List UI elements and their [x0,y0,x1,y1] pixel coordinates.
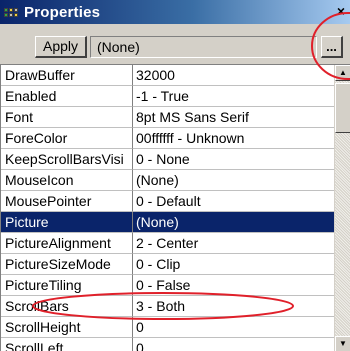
property-row[interactable]: ScrollLeft 0 [1,338,334,351]
window-title: Properties [24,3,101,21]
property-row[interactable]: MouseIcon (None) [1,170,334,191]
property-value[interactable]: 3 - Both [133,296,334,317]
property-name[interactable]: MousePointer [1,191,133,212]
property-value[interactable]: 32000 [133,65,334,86]
property-name[interactable]: KeepScrollBarsVisi [1,149,133,170]
property-row[interactable]: Picture (None) [1,212,334,233]
property-list: DrawBuffer 32000 Enabled -1 - True Font 8pt M… [1,65,334,351]
property-name[interactable]: PictureAlignment [1,233,133,254]
arrow-down-icon[interactable]: ▼ [335,336,350,351]
close-icon[interactable]: × [334,4,348,18]
property-value-input[interactable]: (None) [90,36,317,58]
property-value[interactable]: 0 - None [133,149,334,170]
property-row[interactable]: Enabled -1 - True [1,86,334,107]
title-bar[interactable]: Properties × [0,0,350,24]
property-name[interactable]: DrawBuffer [1,65,133,86]
property-name[interactable]: PictureTiling [1,275,133,296]
property-row[interactable]: ForeColor 00ffffff - Unknown [1,128,334,149]
scrollbar-thumb[interactable] [335,83,350,133]
ellipsis-button[interactable]: ... [321,36,343,58]
property-row[interactable]: ScrollBars 3 - Both [1,296,334,317]
property-row[interactable]: PictureTiling 0 - False [1,275,334,296]
property-value[interactable]: -1 - True [133,86,334,107]
property-name[interactable]: ScrollLeft [1,338,133,351]
property-name[interactable]: Font [1,107,133,128]
property-value[interactable]: (None) [133,212,334,233]
property-value[interactable]: 0 - Clip [133,254,334,275]
property-name[interactable]: ScrollHeight [1,317,133,338]
apply-button[interactable]: Apply [35,36,87,58]
arrow-up-icon[interactable]: ▲ [335,65,350,81]
property-value[interactable]: 0 - False [133,275,334,296]
property-value[interactable]: 00ffffff - Unknown [133,128,334,149]
property-name[interactable]: PictureSizeMode [1,254,133,275]
property-row[interactable]: Font 8pt MS Sans Serif [1,107,334,128]
property-value[interactable]: (None) [133,170,334,191]
property-value[interactable]: 8pt MS Sans Serif [133,107,334,128]
vertical-scrollbar[interactable]: ▲ ▼ [334,65,350,351]
property-name[interactable]: ForeColor [1,128,133,149]
property-row[interactable]: MousePointer 0 - Default [1,191,334,212]
property-name[interactable]: MouseIcon [1,170,133,191]
toolbar: Apply (None) ... [0,24,350,64]
property-row[interactable]: KeepScrollBarsVisi 0 - None [1,149,334,170]
property-name[interactable]: Enabled [1,86,133,107]
property-row[interactable]: DrawBuffer 32000 [1,65,334,86]
properties-grid-icon [4,5,20,19]
property-row[interactable]: PictureSizeMode 0 - Clip [1,254,334,275]
property-value[interactable]: 0 [133,338,334,351]
property-name[interactable]: ScrollBars [1,296,133,317]
properties-window: Properties × Apply (None) ... DrawBuffer… [0,0,350,351]
property-grid: DrawBuffer 32000 Enabled -1 - True Font 8pt M… [0,64,350,351]
property-value[interactable]: 2 - Center [133,233,334,254]
property-value[interactable]: 0 - Default [133,191,334,212]
property-row[interactable]: ScrollHeight 0 [1,317,334,338]
property-row[interactable]: PictureAlignment 2 - Center [1,233,334,254]
property-name[interactable]: Picture [1,212,133,233]
property-value[interactable]: 0 [133,317,334,338]
